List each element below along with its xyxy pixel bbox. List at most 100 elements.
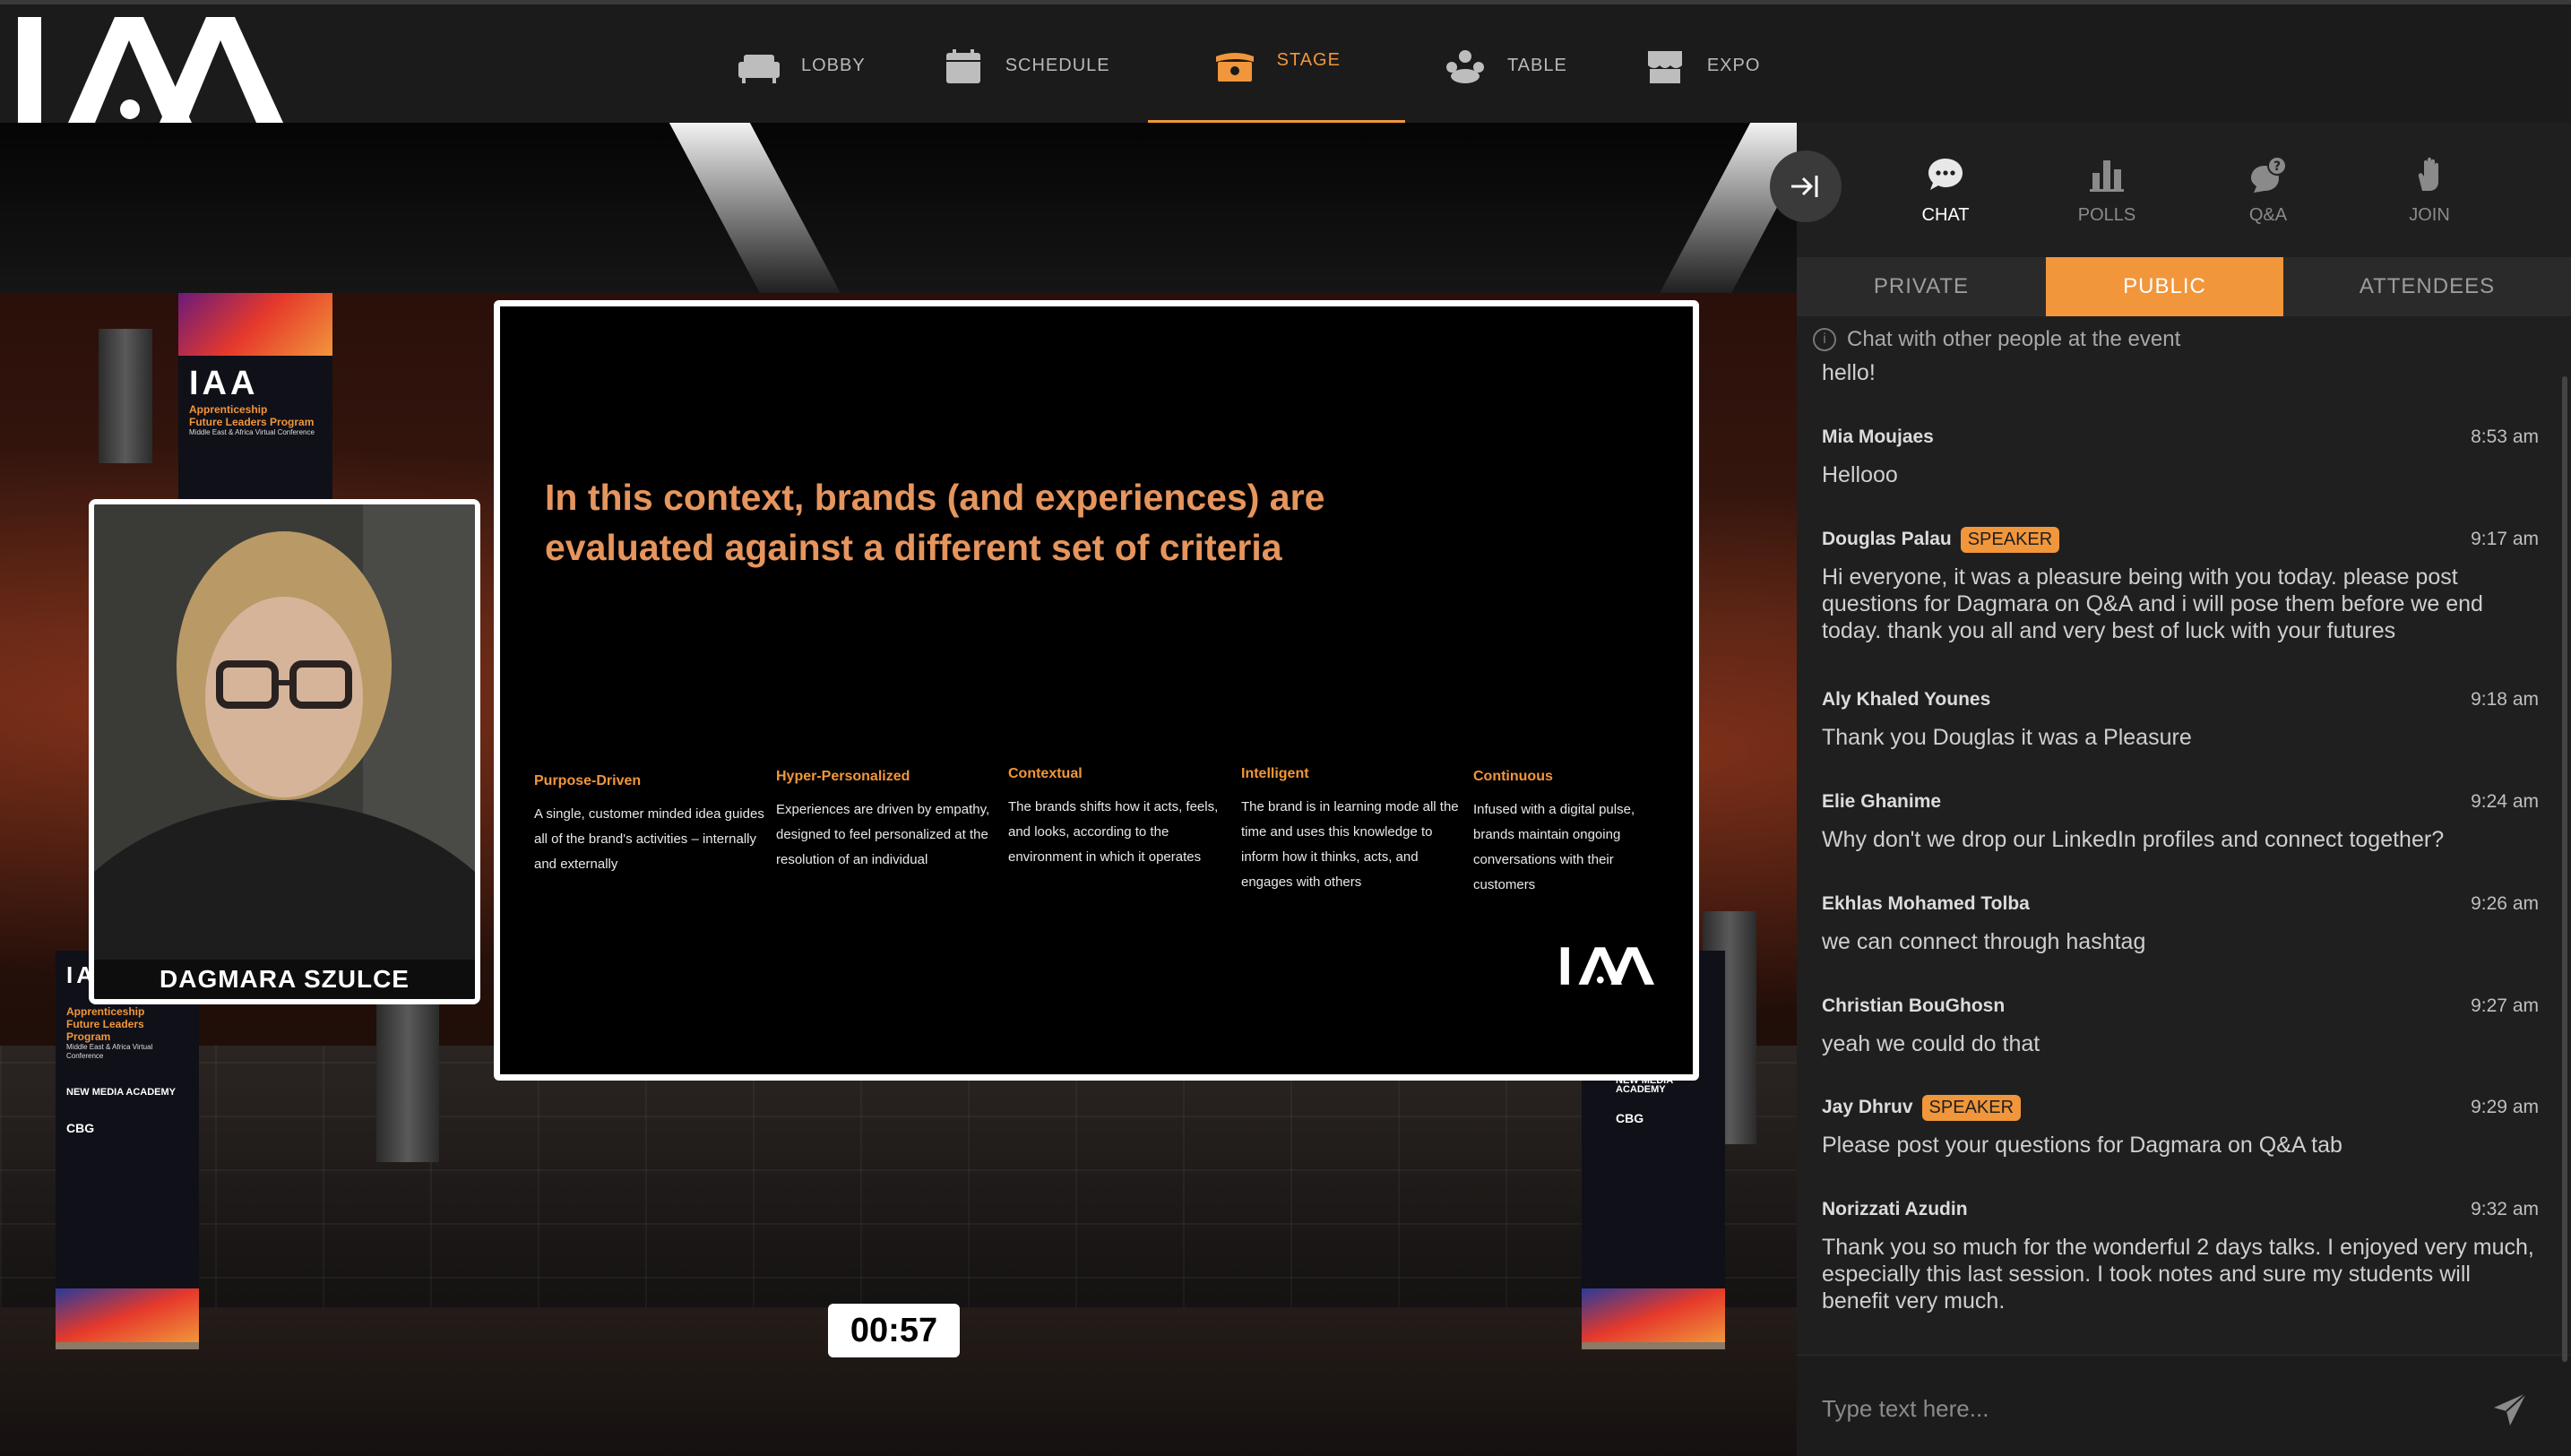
question-bubble-icon: ? (2251, 155, 2287, 193)
message-author[interactable]: Aly Khaled Younes (1822, 689, 1990, 711)
tab-public[interactable]: PUBLIC (2046, 257, 2283, 316)
banner-title-line1: Apprenticeship (189, 403, 268, 416)
message-input[interactable] (1822, 1386, 2449, 1431)
nav-table[interactable]: TABLE (1405, 4, 1605, 127)
message-text: Thank you so much for the wonderful 2 da… (1822, 1235, 2534, 1314)
criterion-heading: Continuous (1473, 769, 1553, 784)
nav-expo-label: EXPO (1706, 56, 1761, 75)
nav-table-label: TABLE (1506, 56, 1567, 75)
chat-message: Douglas Palau SPEAKER 9:17 am Hi everyon… (1822, 524, 2539, 644)
message-author[interactable]: Douglas Palau (1822, 529, 1952, 550)
pillar-left (99, 329, 152, 463)
message-text: we can connect through hashtag (1822, 929, 2146, 954)
tab-qa[interactable]: ? Q&A (2187, 123, 2349, 257)
speaker-video[interactable]: DAGMARA SZULCE (89, 499, 480, 1004)
banner-graphic (178, 293, 332, 356)
banner-title-line2: Future Leaders Program (189, 416, 315, 428)
message-text: Thank you Douglas it was a Pleasure (1822, 725, 2192, 750)
stage-icon (1215, 52, 1254, 82)
send-icon[interactable] (2490, 1390, 2530, 1429)
message-author[interactable]: Mia Moujaes (1822, 426, 1934, 448)
nav-expo[interactable]: EXPO (1605, 4, 1799, 127)
main-nav: LOBBY SCHEDULE STAGE TABLE EXPO (699, 4, 1798, 127)
criterion-purpose-driven: Purpose-Driven A single, customer minded… (534, 773, 767, 877)
message-header: Aly Khaled Younes 9:18 am (1822, 685, 2539, 715)
criterion-heading: Contextual (1008, 766, 1083, 781)
nav-stage-label: STAGE (1276, 50, 1341, 70)
criterion-heading: Intelligent (1241, 766, 1309, 781)
message-header: Douglas Palau SPEAKER 9:17 am (1822, 524, 2539, 555)
message-header: Ekhlas Mohamed Tolba 9:26 am (1822, 889, 2539, 919)
svg-text:?: ? (2273, 159, 2281, 174)
iaa-logo (18, 17, 283, 123)
message-time: 9:18 am (2471, 689, 2539, 710)
chat-message: Christian BouGhosn 9:27 am yeah we could… (1822, 991, 2539, 1057)
nav-lobby[interactable]: LOBBY (699, 4, 903, 127)
tab-polls-label: POLLS (2077, 204, 2136, 225)
people-table-icon (1445, 49, 1484, 83)
speaker-badge: SPEAKER (1921, 1094, 2022, 1121)
message-header: Jay Dhruv SPEAKER 9:29 am (1822, 1092, 2539, 1123)
nav-stage[interactable]: STAGE (1147, 4, 1406, 127)
nav-schedule-label: SCHEDULE (1005, 56, 1110, 75)
stage-ceiling (0, 123, 1797, 293)
criterion-body: Infused with a digital pulse, brands mai… (1473, 802, 1635, 892)
banner-subtitle: Middle East & Africa Virtual Conference (189, 428, 315, 436)
chat-message: Ekhlas Mohamed Tolba 9:26 am we can conn… (1822, 889, 2539, 955)
banner-right-graphic (1582, 1288, 1725, 1342)
message-header: Elie Ghanime 9:24 am (1822, 787, 2539, 817)
bar-chart-icon (2090, 159, 2124, 192)
message-header: Mia Moujaes 8:53 am (1822, 422, 2539, 452)
tab-join-label: JOIN (2409, 204, 2450, 225)
event-banner-left: IAA Apprenticeship Future Leaders Progra… (56, 951, 199, 1349)
tab-join[interactable]: JOIN (2349, 123, 2510, 257)
tab-chat[interactable]: CHAT (1865, 123, 2026, 257)
criterion-intelligent: Intelligent The brand is in learning mod… (1241, 766, 1461, 895)
criterion-heading: Hyper-Personalized (776, 769, 910, 784)
chat-scrollbar[interactable] (2562, 376, 2567, 1362)
message-time: 9:32 am (2471, 1199, 2539, 1219)
presentation-screen: In this context, brands (and experiences… (494, 300, 1699, 1081)
slide-title: In this context, brands (and experiences… (545, 477, 1325, 568)
tab-chat-label: CHAT (1921, 204, 1970, 225)
message-author[interactable]: Ekhlas Mohamed Tolba (1822, 893, 2030, 915)
message-text: Hi everyone, it was a pleasure being wit… (1822, 564, 2483, 643)
message-author[interactable]: Norizzati Azudin (1822, 1199, 1968, 1220)
chat-info: i Chat with other people at the event (1813, 323, 2180, 356)
message-text: Hellooo (1822, 462, 1898, 487)
calendar-icon (945, 48, 980, 83)
stage-floor (0, 1046, 1797, 1332)
message-author[interactable]: Elie Ghanime (1822, 791, 1941, 813)
tab-private[interactable]: PRIVATE (1797, 257, 2046, 316)
criterion-hyper-personalized: Hyper-Personalized Experiences are drive… (776, 769, 1000, 873)
collapse-panel-button[interactable] (1770, 151, 1842, 222)
message-time: 9:29 am (2471, 1097, 2539, 1117)
message-time: 8:53 am (2471, 426, 2539, 447)
virtual-stage: IAA Apprenticeship Future Leaders Progra… (0, 123, 1797, 1456)
tab-attendees[interactable]: ATTENDEES (2283, 257, 2571, 316)
event-app: LOBBY SCHEDULE STAGE TABLE EXPO IAA Appr… (0, 0, 2571, 1456)
tab-polls[interactable]: POLLS (2026, 123, 2187, 257)
chat-bubble-icon (1928, 158, 1963, 190)
criterion-continuous: Continuous Infused with a digital pulse,… (1473, 769, 1679, 898)
chat-message: Norizzati Azudin 9:32 am Thank you so mu… (1822, 1194, 2539, 1314)
collapse-right-icon (1791, 176, 1818, 197)
message-time: 9:17 am (2471, 529, 2539, 549)
message-composer (1797, 1355, 2571, 1456)
event-banner-top: IAA Apprenticeship Future Leaders Progra… (178, 293, 332, 499)
message-header: Christian BouGhosn 9:27 am (1822, 991, 2539, 1021)
nav-schedule[interactable]: SCHEDULE (903, 4, 1148, 127)
banner-left-sponsor: CBG (66, 1121, 95, 1135)
chat-message: hello! (1822, 359, 2539, 386)
slide-iaa-logo (1560, 947, 1655, 985)
info-icon: i (1813, 328, 1836, 351)
message-text: hello! (1822, 360, 1876, 385)
message-time: 9:27 am (2471, 995, 2539, 1016)
chat-messages: hello! Mia Moujaes 8:53 am Hellooo Dougl… (1797, 359, 2558, 1354)
banner-logo: IAA (189, 365, 259, 402)
message-author[interactable]: Jay Dhruv (1822, 1097, 1913, 1118)
message-author[interactable]: Christian BouGhosn (1822, 995, 2005, 1017)
criterion-contextual: Contextual The brands shifts how it acts… (1008, 766, 1228, 870)
speaker-name-label: DAGMARA SZULCE (94, 960, 475, 999)
criterion-body: A single, customer minded idea guides al… (534, 806, 764, 872)
